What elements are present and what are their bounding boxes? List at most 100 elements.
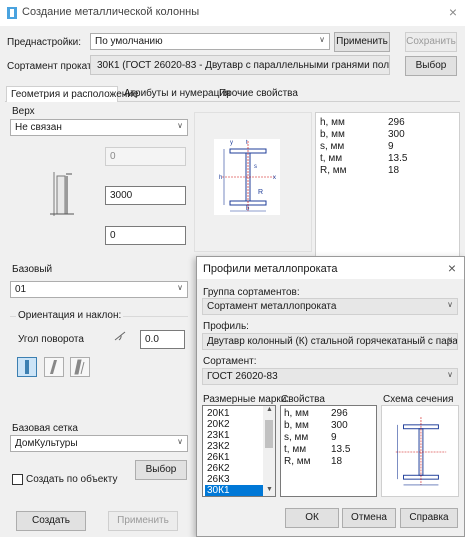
size-item[interactable]: 20К2: [205, 419, 263, 430]
top-value: Не связан: [15, 122, 62, 133]
diagram-y-label: y: [230, 140, 233, 146]
profile-value: Двутавр колонный (К) стальной горячеката…: [207, 336, 458, 347]
assortment-value: 30К1 (ГОСТ 26020-83 - Двутавр с параллел…: [90, 55, 390, 75]
prop-name: t, мм: [284, 444, 307, 455]
window-title: Создание металлической колонны: [22, 6, 200, 18]
size-item[interactable]: 26К3: [205, 474, 263, 485]
tilted-column-icon: [50, 360, 57, 374]
dialog-ibeam-diagram: [395, 417, 447, 486]
diagram-h-label: h: [219, 175, 223, 181]
prop-name: s, мм: [320, 141, 345, 152]
size-item[interactable]: 23К1: [205, 430, 263, 441]
tab-geometry[interactable]: Геометрия и расположение: [6, 86, 138, 102]
prop-value: 18: [388, 165, 400, 176]
prop-value: 13.5: [331, 444, 351, 455]
rotated-column-icon: [74, 359, 85, 375]
chevron-down-icon: ∨: [447, 370, 453, 379]
orientation-tilted-button[interactable]: [44, 357, 64, 377]
prop-name: b, мм: [284, 420, 309, 431]
choose-object-button[interactable]: Выбор: [135, 460, 187, 480]
chevron-down-icon: ∨: [447, 335, 453, 344]
profile-select[interactable]: Двутавр колонный (К) стальной горячеката…: [202, 333, 458, 350]
group-label: Группа сортаментов:: [203, 287, 300, 298]
chevron-down-icon: ∨: [177, 437, 183, 446]
prop-name: s, мм: [284, 432, 309, 443]
prop-value: 296: [388, 117, 405, 128]
rotation-input[interactable]: 0.0: [140, 330, 185, 349]
chevron-down-icon: ∨: [177, 283, 183, 292]
window-titlebar: Создание металлической колонны ×: [0, 0, 465, 26]
profiles-dialog: Профили металлопроката × Группа сортамен…: [196, 256, 465, 537]
vertical-column-icon: [25, 360, 29, 374]
create-button[interactable]: Создать: [16, 511, 86, 531]
save-preset-button[interactable]: Сохранить: [405, 32, 457, 52]
dialog-close-icon[interactable]: ×: [448, 260, 456, 276]
create-by-object-label: Создать по объекту: [26, 474, 118, 485]
preset-label: Преднастройки:: [7, 37, 82, 48]
prop-name: R, мм: [284, 456, 311, 467]
base-select[interactable]: 01 ∨: [10, 281, 188, 298]
prop-value: 296: [331, 408, 348, 419]
prop-value: 300: [388, 129, 405, 140]
prop-name: R, мм: [320, 165, 347, 176]
preset-value: По умолчанию: [95, 36, 163, 47]
prop-value: 9: [388, 141, 394, 152]
sizes-list[interactable]: 20К1 20К2 23К1 23К2 26К1 26К2 26К3 30К1 …: [202, 405, 276, 497]
scrollbar-thumb[interactable]: [265, 420, 273, 448]
base-label: Базовый: [12, 264, 53, 275]
grid-select[interactable]: ДомКультуры ∨: [10, 435, 188, 452]
top-offset-input[interactable]: 0: [105, 147, 186, 166]
choose-assortment-button[interactable]: Выбор: [405, 56, 457, 76]
diagram-t-label: t: [246, 140, 248, 146]
size-item[interactable]: 20К1: [205, 408, 263, 419]
diagram-b-label: b: [246, 206, 250, 212]
size-item[interactable]: 26К2: [205, 463, 263, 474]
size-item[interactable]: 26К1: [205, 452, 263, 463]
orientation-vertical-button[interactable]: [17, 357, 37, 377]
size-item-selected[interactable]: 30К1: [205, 485, 263, 496]
height-input[interactable]: 3000: [105, 186, 186, 205]
ibeam-section-diagram: [214, 139, 280, 215]
bottom-offset-input[interactable]: 0: [105, 226, 186, 245]
tab-other[interactable]: Прочие свойства: [215, 86, 302, 102]
prop-value: 300: [331, 420, 348, 431]
grid-label: Базовая сетка: [12, 423, 78, 434]
cancel-button[interactable]: Отмена: [342, 508, 396, 528]
chevron-down-icon: ∨: [177, 121, 183, 130]
dialog-properties-table: h, мм 296 b, мм 300 s, мм 9 t, мм 13.5 R…: [280, 405, 377, 497]
diagram-x-label: x: [273, 175, 276, 181]
apply-button[interactable]: Применить: [108, 511, 178, 531]
sizes-scrollbar[interactable]: ▲ ▼: [263, 406, 275, 496]
ok-button[interactable]: ОК: [285, 508, 339, 528]
assort-select[interactable]: ГОСТ 26020-83 ∨: [202, 368, 458, 385]
assort-label: Сортамент:: [203, 356, 257, 367]
dialog-titlebar: Профили металлопроката ×: [197, 257, 464, 279]
column-app-icon: [7, 7, 17, 19]
rotation-angle-icon: [114, 331, 126, 341]
size-item[interactable]: 23К2: [205, 441, 263, 452]
chevron-down-icon: ∨: [319, 35, 325, 44]
prop-value: 18: [331, 456, 343, 467]
create-by-object-checkbox[interactable]: [12, 474, 23, 485]
diagram-s-label: s: [254, 164, 257, 170]
preset-select[interactable]: По умолчанию ∨: [90, 33, 330, 50]
scroll-down-icon[interactable]: ▼: [266, 486, 273, 493]
prop-name: t, мм: [320, 153, 343, 164]
group-value: Сортамент металлопроката: [207, 301, 337, 312]
top-select[interactable]: Не связан ∨: [10, 119, 188, 136]
dialog-props-label: Свойства: [281, 394, 325, 405]
column-height-icon: [50, 172, 74, 216]
base-value: 01: [15, 284, 27, 295]
group-select[interactable]: Сортамент металлопроката ∨: [202, 298, 458, 315]
apply-preset-button[interactable]: Применить: [334, 32, 390, 52]
scheme-label: Схема сечения: [383, 394, 454, 405]
profile-label: Профиль:: [203, 321, 249, 332]
chevron-down-icon: ∨: [447, 300, 453, 309]
help-button[interactable]: Справка: [400, 508, 458, 528]
window-close-icon[interactable]: ×: [449, 4, 457, 20]
scroll-up-icon[interactable]: ▲: [266, 406, 273, 413]
orientation-rotated-button[interactable]: [70, 357, 90, 377]
prop-name: b, мм: [320, 129, 345, 140]
sizes-label: Размерные марки:: [203, 394, 290, 405]
prop-value: 9: [331, 432, 337, 443]
